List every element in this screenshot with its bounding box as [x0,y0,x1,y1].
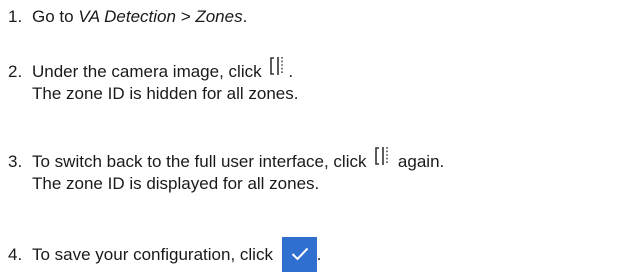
step-text: Under the camera image, click [32,62,267,81]
step-text: To save your configuration, click [32,245,278,264]
step-text-end: . [316,245,322,264]
compact-view-icon[interactable] [375,145,391,176]
step-text-end: . [242,7,248,26]
step-text: To switch back to the full user interfac… [32,152,372,171]
step-text-end: . [288,62,294,81]
step-1: 1. Go to VA Detection > Zones. [8,5,247,29]
step-3-result: The zone ID is displayed for all zones. [32,174,320,193]
step-number: 3. [8,152,23,171]
step-4: 4. To save your configuration, click . [8,237,321,272]
step-text-end: again. [393,152,445,171]
step-text: Go to [32,7,79,26]
nav-path: VA Detection > Zones [78,7,243,26]
step-number: 2. [8,62,23,81]
step-number: 4. [8,245,23,264]
step-2-result: The zone ID is hidden for all zones. [32,84,299,103]
checkmark-icon [291,247,308,261]
step-number: 1. [8,7,23,26]
save-button[interactable] [281,237,317,272]
